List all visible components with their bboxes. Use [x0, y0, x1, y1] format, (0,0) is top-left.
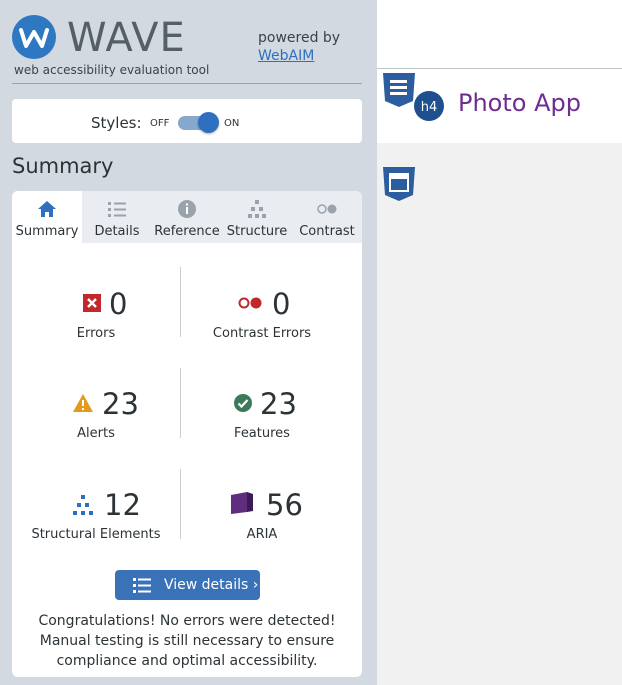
list-icon [108, 202, 126, 217]
wave-logo-icon [12, 15, 56, 59]
error-icon [83, 294, 101, 312]
tab-summary[interactable]: Summary [12, 191, 82, 243]
aria-count: 56 [266, 488, 303, 522]
page-content-area [377, 143, 622, 685]
stat-features[interactable]: 23 Features [180, 388, 344, 444]
tab-structure[interactable]: Structure [222, 191, 292, 243]
styles-on-label: ON [224, 118, 240, 129]
wave-logo-text: WAVE [67, 15, 186, 61]
header-divider [12, 83, 362, 84]
tab-reference[interactable]: Reference [152, 191, 222, 243]
heading-h4-icon[interactable]: h4 [413, 90, 445, 122]
alert-icon [73, 394, 93, 412]
alerts-count: 23 [102, 387, 139, 421]
structural-label: Structural Elements [31, 527, 161, 542]
tab-structure-label: Structure [226, 224, 288, 239]
alerts-label: Alerts [77, 426, 115, 441]
styles-off-label: OFF [150, 118, 170, 129]
contrast-errors-label: Contrast Errors [212, 326, 312, 341]
summary-panel: Summary Details Reference Structure Cont… [12, 191, 362, 677]
view-details-button[interactable]: View details › [115, 570, 260, 600]
stat-structural-elements[interactable]: 12 Structural Elements [12, 489, 180, 545]
photo-app-title: Photo App [458, 89, 581, 117]
wave-region-icon[interactable] [381, 165, 417, 203]
styles-label: Styles: [91, 114, 142, 132]
contrast-errors-count: 0 [272, 287, 291, 321]
styles-toggle-knob[interactable] [198, 112, 219, 133]
features-count: 23 [260, 387, 297, 421]
aria-label: ARIA [246, 527, 278, 542]
wave-structure-icon[interactable] [381, 71, 417, 109]
webaim-link[interactable]: WebAIM [258, 48, 314, 64]
errors-count: 0 [109, 287, 128, 321]
contrast-icon [317, 204, 337, 214]
aria-icon [231, 492, 253, 514]
features-label: Features [234, 426, 290, 441]
structure-icon [248, 200, 266, 218]
stat-alerts[interactable]: 23 Alerts [12, 388, 180, 444]
stat-errors[interactable]: 0 Errors [12, 288, 180, 344]
heading-level-text: h4 [421, 100, 438, 115]
structural-elements-icon [73, 495, 93, 515]
feature-check-icon [234, 394, 252, 412]
view-details-label: View details › [164, 577, 259, 593]
structural-count: 12 [104, 488, 141, 522]
tab-details-label: Details [94, 224, 140, 239]
stat-contrast-errors[interactable]: 0 Contrast Errors [180, 288, 344, 344]
list-icon [133, 578, 151, 593]
stat-aria[interactable]: 56 ARIA [180, 489, 344, 545]
home-icon [38, 201, 56, 217]
tab-summary-label: Summary [15, 224, 79, 239]
summary-heading: Summary [12, 154, 114, 178]
wave-sidebar: WAVE web accessibility evaluation tool p… [0, 0, 377, 685]
tab-reference-label: Reference [154, 224, 220, 239]
tab-contrast[interactable]: Contrast [292, 191, 362, 243]
info-icon [178, 200, 196, 218]
tagline: web accessibility evaluation tool [14, 63, 210, 77]
tab-bar: Summary Details Reference Structure Cont… [12, 191, 362, 243]
powered-by-label: powered by [258, 30, 341, 46]
errors-label: Errors [76, 326, 116, 341]
contrast-error-icon [238, 297, 262, 309]
tab-details[interactable]: Details [82, 191, 152, 243]
styles-toggle-card: Styles: OFF ON [12, 99, 362, 143]
tab-contrast-label: Contrast [299, 224, 355, 239]
congratulations-message: Congratulations! No errors were detected… [38, 613, 336, 669]
